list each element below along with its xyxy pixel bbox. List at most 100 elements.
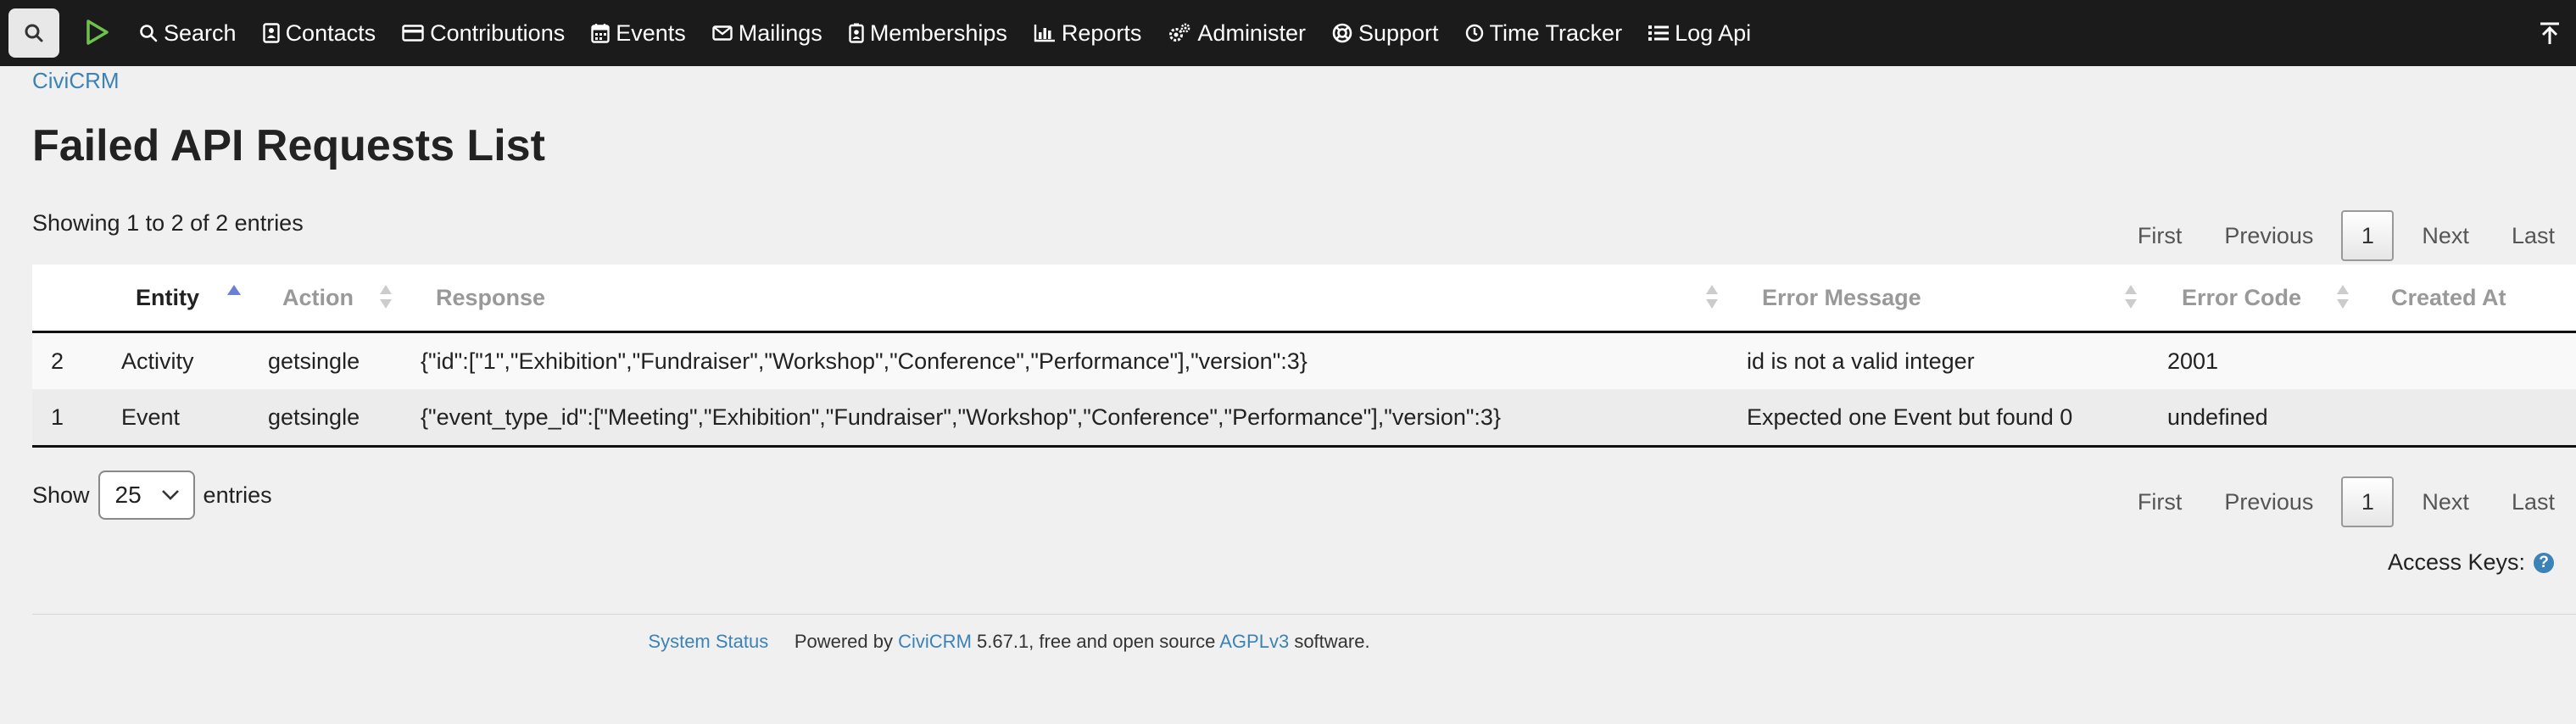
menu-item-label: Search bbox=[164, 19, 237, 46]
chevron-down-icon bbox=[161, 490, 179, 500]
life-ring-icon bbox=[1332, 23, 1352, 43]
column-header-label: Created At bbox=[2391, 284, 2506, 310]
cell-response: {"id":["1","Exhibition","Fundraiser","Wo… bbox=[421, 348, 1308, 374]
access-keys-label: Access Keys: bbox=[2387, 549, 2525, 575]
next-page-button[interactable]: Next bbox=[2400, 489, 2490, 515]
show-label: Show bbox=[32, 482, 90, 508]
column-header-error-message[interactable]: Error Message bbox=[1762, 265, 1921, 331]
menu-item-label: Reports bbox=[1061, 19, 1142, 46]
quicksearch-button[interactable] bbox=[8, 8, 59, 58]
cell-id: 1 bbox=[51, 404, 64, 430]
menu-item-search[interactable]: Search bbox=[139, 20, 237, 47]
menu-item-label: Log Api bbox=[1675, 19, 1752, 46]
table-row: 1 Event getsingle {"event_type_id":["Mee… bbox=[32, 389, 2576, 448]
civicrm-link[interactable]: CiviCRM bbox=[898, 631, 972, 652]
previous-page-button[interactable]: Previous bbox=[2203, 223, 2334, 249]
cell-action: getsingle bbox=[268, 404, 360, 430]
search-icon bbox=[140, 25, 158, 42]
page-length-select[interactable]: 25 bbox=[98, 471, 195, 520]
cell-entity: Activity bbox=[121, 348, 194, 374]
table-row: 2 Activity getsingle {"id":["1","Exhibit… bbox=[32, 333, 2576, 389]
next-page-button[interactable]: Next bbox=[2400, 223, 2490, 249]
menu-item-administer[interactable]: Administer bbox=[1168, 20, 1306, 47]
menu-item-reports[interactable]: Reports bbox=[1034, 19, 1142, 47]
column-header-response[interactable]: Response bbox=[436, 265, 545, 331]
breadcrumb-link[interactable]: CiviCRM bbox=[32, 68, 120, 94]
column-header-id[interactable] bbox=[32, 265, 83, 331]
menu-item-label: Support bbox=[1358, 19, 1439, 46]
menu-item-mailings[interactable]: Mailings bbox=[712, 20, 822, 47]
last-page-button[interactable]: Last bbox=[2490, 489, 2576, 515]
entries-label: entries bbox=[203, 482, 272, 508]
menu-item-label: Administer bbox=[1197, 19, 1306, 46]
bar-chart-icon bbox=[1034, 25, 1055, 42]
menu-item-label: Contacts bbox=[285, 19, 376, 46]
access-keys: Access Keys: ? bbox=[2388, 549, 2554, 576]
license-link[interactable]: AGPLv3 bbox=[1219, 631, 1289, 652]
failed-api-requests-table: Entity Action Response Error Message Err… bbox=[32, 265, 2576, 448]
page-length-control: Show 25 entries bbox=[32, 471, 272, 520]
sort-both-icon bbox=[2337, 285, 2349, 309]
column-header-label: Error Message bbox=[1762, 284, 1921, 310]
collapse-menu-icon[interactable] bbox=[2535, 19, 2564, 47]
cell-action: getsingle bbox=[268, 348, 360, 374]
column-header-created-at[interactable]: Created At bbox=[2391, 265, 2506, 331]
credit-card-icon bbox=[402, 25, 424, 42]
column-header-label: Response bbox=[436, 284, 546, 310]
software-text: software. bbox=[1294, 631, 1370, 652]
menu-item-time-tracker[interactable]: Time Tracker bbox=[1465, 20, 1622, 47]
menu-item-log-api[interactable]: Log Api bbox=[1648, 20, 1751, 47]
cell-error-message: Expected one Event but found 0 bbox=[1747, 404, 2073, 430]
column-header-label: Action bbox=[282, 284, 354, 310]
sort-both-icon bbox=[2125, 285, 2137, 309]
first-page-button[interactable]: First bbox=[2116, 489, 2203, 515]
column-header-entity[interactable]: Entity bbox=[136, 265, 199, 331]
menu-item-label: Memberships bbox=[869, 19, 1007, 46]
main-menu: Search Contacts Contributions Events Mai… bbox=[139, 0, 1777, 66]
last-page-button[interactable]: Last bbox=[2490, 223, 2576, 249]
list-icon bbox=[1648, 25, 1670, 41]
page-length-value: 25 bbox=[114, 482, 142, 508]
menu-item-contacts[interactable]: Contacts bbox=[262, 19, 376, 47]
calendar-icon bbox=[591, 24, 610, 43]
previous-page-button[interactable]: Previous bbox=[2203, 489, 2334, 515]
cell-entity: Event bbox=[121, 404, 181, 430]
pagination-top: First Previous 1 Next Last bbox=[2116, 210, 2576, 261]
cell-id: 2 bbox=[51, 348, 64, 374]
sort-ascending-icon bbox=[227, 285, 241, 295]
menu-item-events[interactable]: Events bbox=[591, 20, 686, 47]
envelope-icon bbox=[712, 25, 733, 41]
first-page-button[interactable]: First bbox=[2116, 223, 2203, 249]
menu-item-label: Events bbox=[616, 19, 686, 46]
search-icon bbox=[25, 24, 43, 42]
cell-error-code: 2001 bbox=[2167, 348, 2219, 374]
cell-error-code: undefined bbox=[2167, 404, 2268, 430]
top-menubar: Search Contacts Contributions Events Mai… bbox=[0, 0, 2576, 66]
menu-item-label: Contributions bbox=[430, 19, 566, 46]
page-1-button[interactable]: 1 bbox=[2341, 476, 2395, 527]
civicrm-logo-icon[interactable] bbox=[81, 17, 112, 47]
page-title: Failed API Requests List bbox=[32, 121, 545, 170]
menu-item-support[interactable]: Support bbox=[1332, 20, 1439, 47]
table-info: Showing 1 to 2 of 2 entries bbox=[32, 210, 304, 236]
sort-both-icon bbox=[1706, 285, 1718, 309]
cell-response: {"event_type_id":["Meeting","Exhibition"… bbox=[421, 404, 1501, 430]
powered-by-text: Powered by bbox=[794, 631, 893, 652]
pagination-bottom: First Previous 1 Next Last bbox=[2116, 476, 2576, 527]
footer: System Status Powered by CiviCRM 5.67.1,… bbox=[0, 631, 2018, 653]
page-1-button[interactable]: 1 bbox=[2341, 210, 2395, 261]
column-header-action[interactable]: Action bbox=[282, 265, 354, 331]
table-header: Entity Action Response Error Message Err… bbox=[32, 265, 2576, 333]
cogs-icon bbox=[1169, 23, 1190, 42]
version-text: 5.67.1, free and open source bbox=[977, 631, 1216, 652]
menu-item-label: Mailings bbox=[738, 19, 822, 46]
menu-item-memberships[interactable]: Memberships bbox=[849, 20, 1007, 47]
column-header-error-code[interactable]: Error Code bbox=[2182, 265, 2301, 331]
system-status-link[interactable]: System Status bbox=[648, 631, 768, 652]
column-header-label: Error Code bbox=[2182, 284, 2302, 310]
id-badge-icon bbox=[849, 23, 864, 43]
sort-both-icon bbox=[380, 285, 392, 309]
contact-card-icon bbox=[262, 23, 280, 43]
help-icon[interactable]: ? bbox=[2534, 552, 2554, 573]
menu-item-contributions[interactable]: Contributions bbox=[402, 20, 565, 47]
